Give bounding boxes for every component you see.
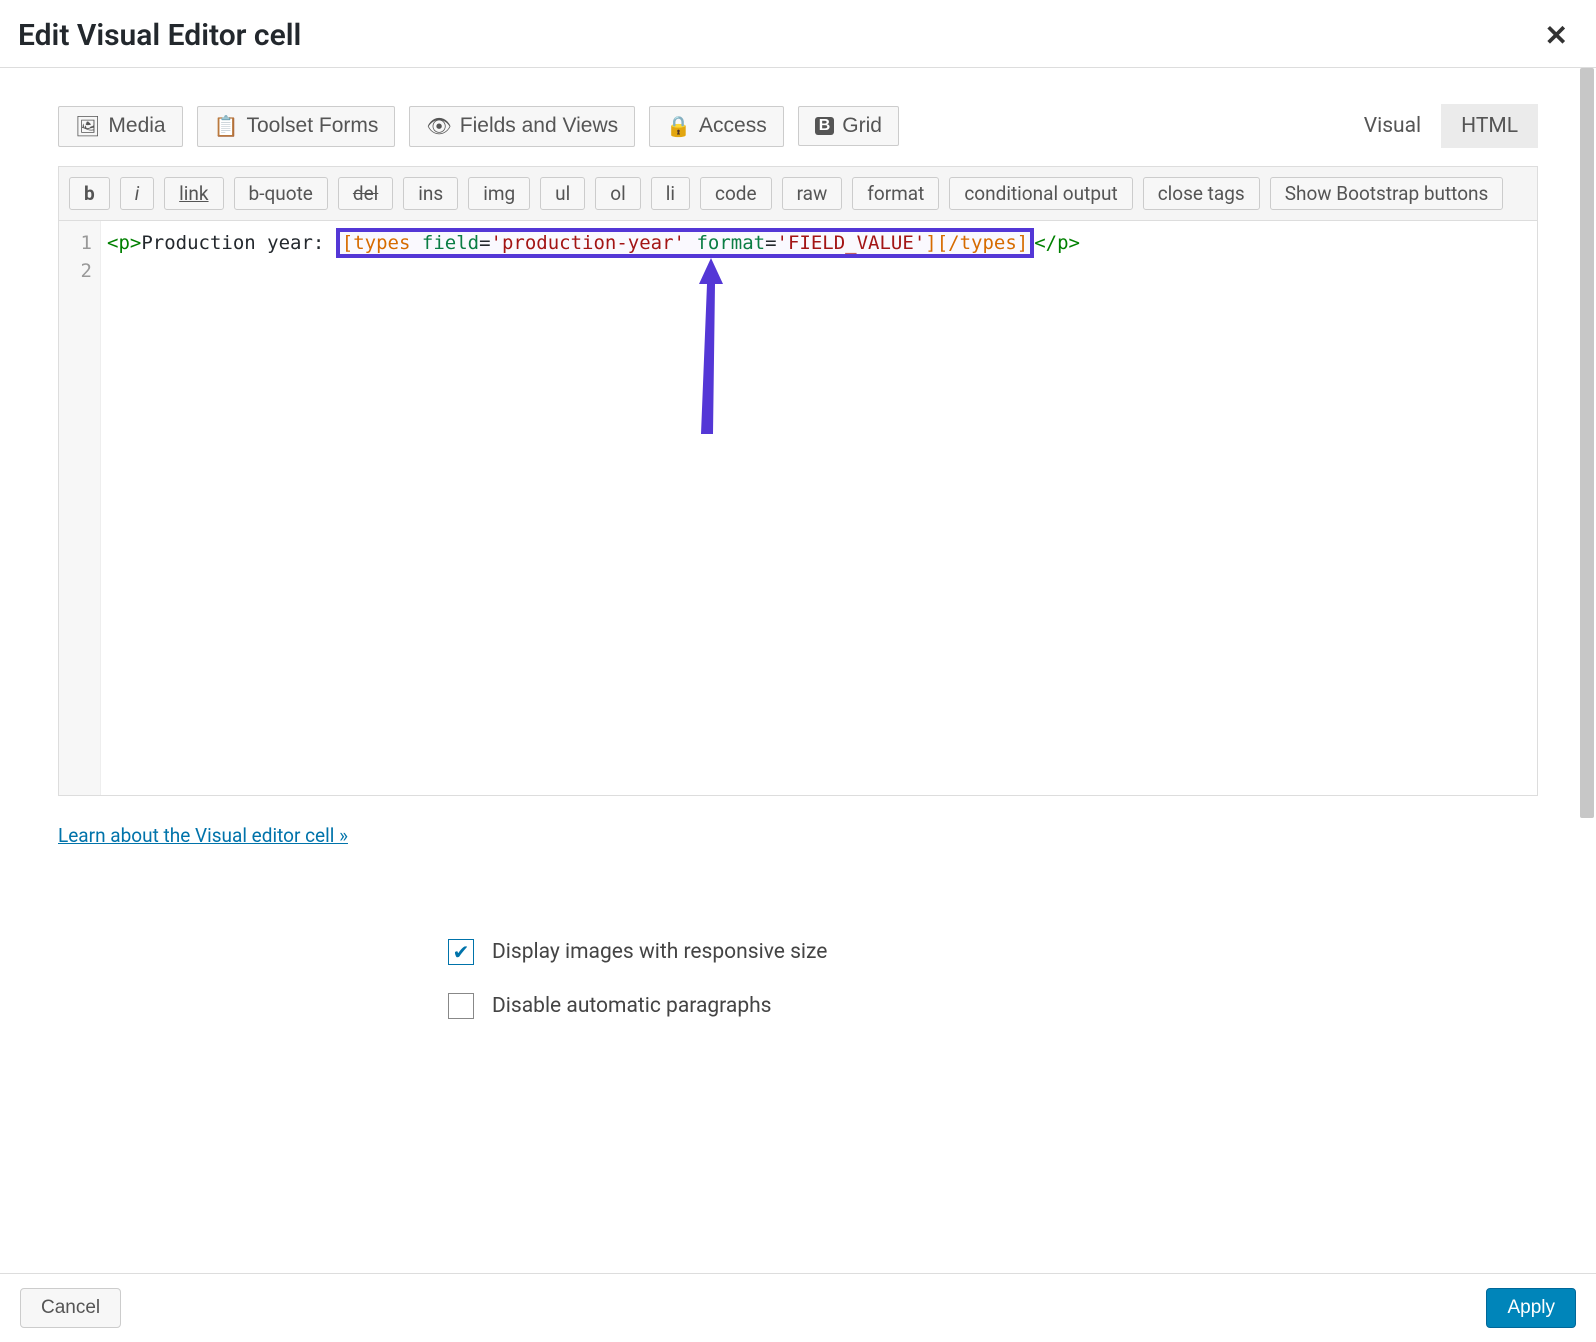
forms-button[interactable]: 📋 Toolset Forms [197, 106, 396, 147]
annotation-arrow-icon [681, 246, 741, 446]
attr: format [696, 232, 765, 254]
ql-conditional[interactable]: conditional output [949, 177, 1132, 210]
learn-link[interactable]: Learn about the Visual editor cell » [58, 824, 348, 847]
ql-bquote[interactable]: b-quote [234, 177, 328, 210]
image-icon: 🖼 [75, 114, 100, 139]
opt-label: Display images with responsive size [492, 940, 827, 964]
ql-raw[interactable]: raw [782, 177, 843, 210]
opt-responsive[interactable]: ✔ Display images with responsive size [448, 939, 1148, 965]
access-button[interactable]: 🔒 Access [649, 106, 784, 147]
options: ✔ Display images with responsive size Di… [448, 939, 1148, 1019]
code-content[interactable]: <p>Production year: [types field='produc… [101, 221, 1537, 795]
media-label: Media [108, 114, 165, 138]
text: Production year: [141, 232, 335, 254]
ql-bootstrap[interactable]: Show Bootstrap buttons [1270, 177, 1504, 210]
clipboard-icon: 📋 [214, 114, 239, 139]
fields-views-button[interactable]: 👁 Fields and Views [409, 106, 635, 147]
tag-open: <p> [107, 232, 141, 254]
tag-close: </p> [1034, 232, 1080, 254]
close-icon[interactable]: ✕ [1545, 22, 1568, 50]
dialog-title: Edit Visual Editor cell [18, 18, 301, 53]
ql-ins[interactable]: ins [403, 177, 458, 210]
line-gutter: 1 2 [59, 221, 101, 795]
grid-button[interactable]: B Grid [798, 106, 899, 146]
ql-li[interactable]: li [651, 177, 690, 210]
ql-img[interactable]: img [468, 177, 530, 210]
ql-italic[interactable]: i [120, 177, 154, 210]
quicktags-toolbar: b i link b-quote del ins img ul ol li co… [58, 166, 1538, 221]
ql-ul[interactable]: ul [540, 177, 585, 210]
forms-label: Toolset Forms [247, 114, 379, 138]
sc-close: ][/types] [925, 232, 1028, 254]
tab-visual[interactable]: Visual [1344, 104, 1441, 148]
opt-label: Disable automatic paragraphs [492, 994, 772, 1018]
media-button[interactable]: 🖼 Media [58, 106, 183, 147]
editor-tabs: Visual HTML [1344, 104, 1538, 148]
checkbox-unchecked-icon[interactable] [448, 993, 474, 1019]
bootstrap-icon: B [815, 117, 835, 135]
scrollbar-thumb[interactable] [1580, 68, 1594, 818]
ql-close-tags[interactable]: close tags [1143, 177, 1260, 210]
ql-ol[interactable]: ol [595, 177, 640, 210]
opt-disable-p[interactable]: Disable automatic paragraphs [448, 993, 1148, 1019]
attr: field [422, 232, 479, 254]
code-editor[interactable]: 1 2 <p>Production year: [types field='pr… [58, 221, 1538, 796]
ql-link[interactable]: link [164, 177, 223, 210]
val: 'production-year' [491, 232, 685, 254]
fields-label: Fields and Views [460, 114, 618, 138]
access-label: Access [699, 114, 767, 138]
dialog-footer: Cancel Apply [0, 1273, 1596, 1342]
ql-format[interactable]: format [852, 177, 939, 210]
sc-open: [types [342, 232, 422, 254]
lock-icon: 🔒 [666, 114, 691, 139]
shortcode-highlight: [types field='production-year' format='F… [336, 228, 1034, 258]
grid-label: Grid [842, 114, 882, 138]
checkbox-checked-icon[interactable]: ✔ [448, 939, 474, 965]
scrollbar[interactable] [1580, 68, 1594, 1342]
ql-bold[interactable]: b [69, 177, 110, 210]
line-num: 1 [59, 229, 92, 257]
eye-icon: 👁 [426, 114, 451, 139]
cancel-button[interactable]: Cancel [20, 1288, 121, 1328]
eq: = [765, 232, 776, 254]
tab-html[interactable]: HTML [1441, 104, 1538, 148]
val: 'FIELD_VALUE' [777, 232, 926, 254]
ql-code[interactable]: code [700, 177, 772, 210]
eq: = [479, 232, 490, 254]
ql-del[interactable]: del [338, 177, 393, 210]
apply-button[interactable]: Apply [1486, 1288, 1576, 1328]
line-num: 2 [59, 257, 92, 285]
insert-toolbar: 🖼 Media 📋 Toolset Forms 👁 Fields and Vie… [58, 104, 1538, 148]
